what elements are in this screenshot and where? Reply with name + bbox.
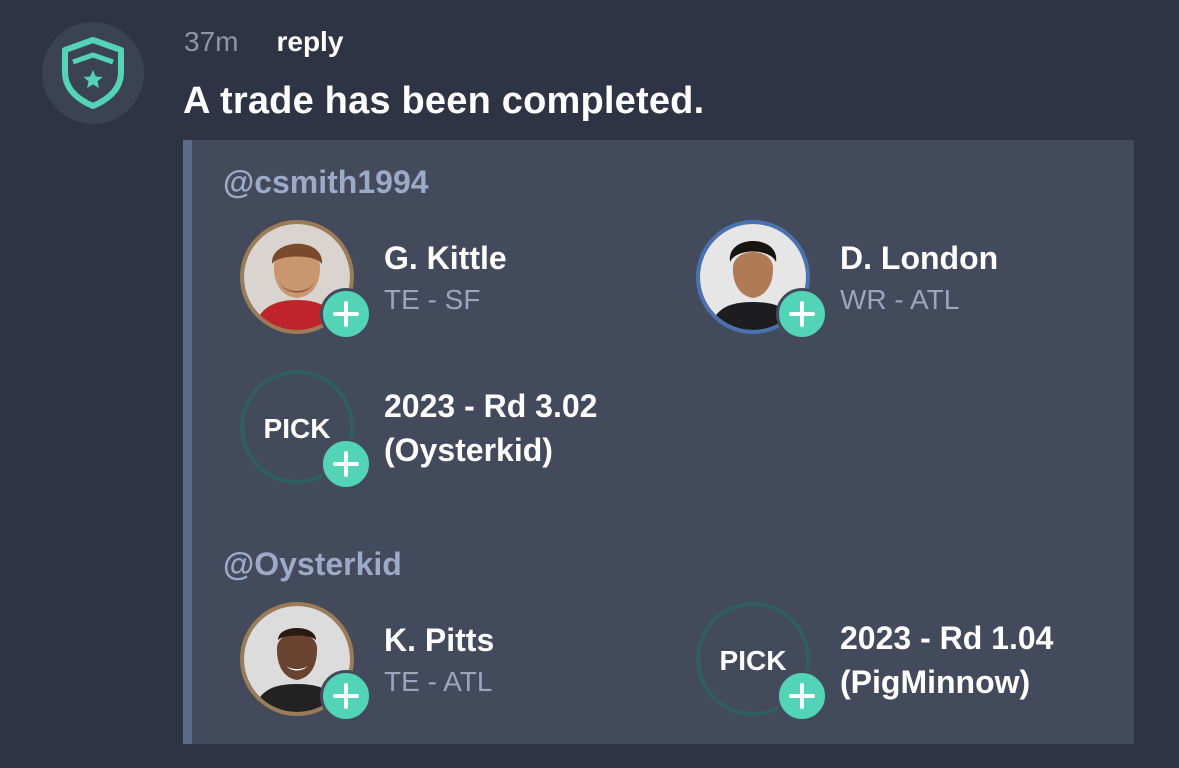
player-name: G. Kittle: [384, 240, 507, 276]
shield-star-icon: [62, 37, 124, 109]
pick-round: 2023 - Rd 1.04: [840, 620, 1054, 656]
player-name: D. London: [840, 240, 999, 276]
add-player-button[interactable]: [320, 670, 372, 722]
post-meta: 37m reply: [184, 24, 343, 60]
bot-avatar[interactable]: [42, 22, 144, 124]
add-player-button[interactable]: [320, 288, 372, 340]
add-pick-button[interactable]: [320, 438, 372, 490]
pick-round: 2023 - Rd 3.02: [384, 388, 598, 424]
pick-owner: (PigMinnow): [840, 664, 1031, 700]
player-name: K. Pitts: [384, 622, 495, 658]
post-timestamp: 37m: [184, 26, 239, 57]
player-position: WR - ATL: [840, 284, 960, 315]
side-user-oysterkid[interactable]: @Oysterkid: [223, 546, 402, 583]
message-text: A trade has been completed.: [183, 80, 705, 122]
pick-owner: (Oysterkid): [384, 432, 553, 468]
add-pick-button[interactable]: [776, 670, 828, 722]
player-position: TE - SF: [384, 284, 481, 315]
trade-card: @csmith1994 G. Kittle TE - SF D. London …: [183, 140, 1134, 744]
side-user-csmith1994[interactable]: @csmith1994: [223, 164, 429, 201]
add-player-button[interactable]: [776, 288, 828, 340]
player-position: TE - ATL: [384, 666, 493, 697]
reply-button[interactable]: reply: [276, 26, 343, 58]
